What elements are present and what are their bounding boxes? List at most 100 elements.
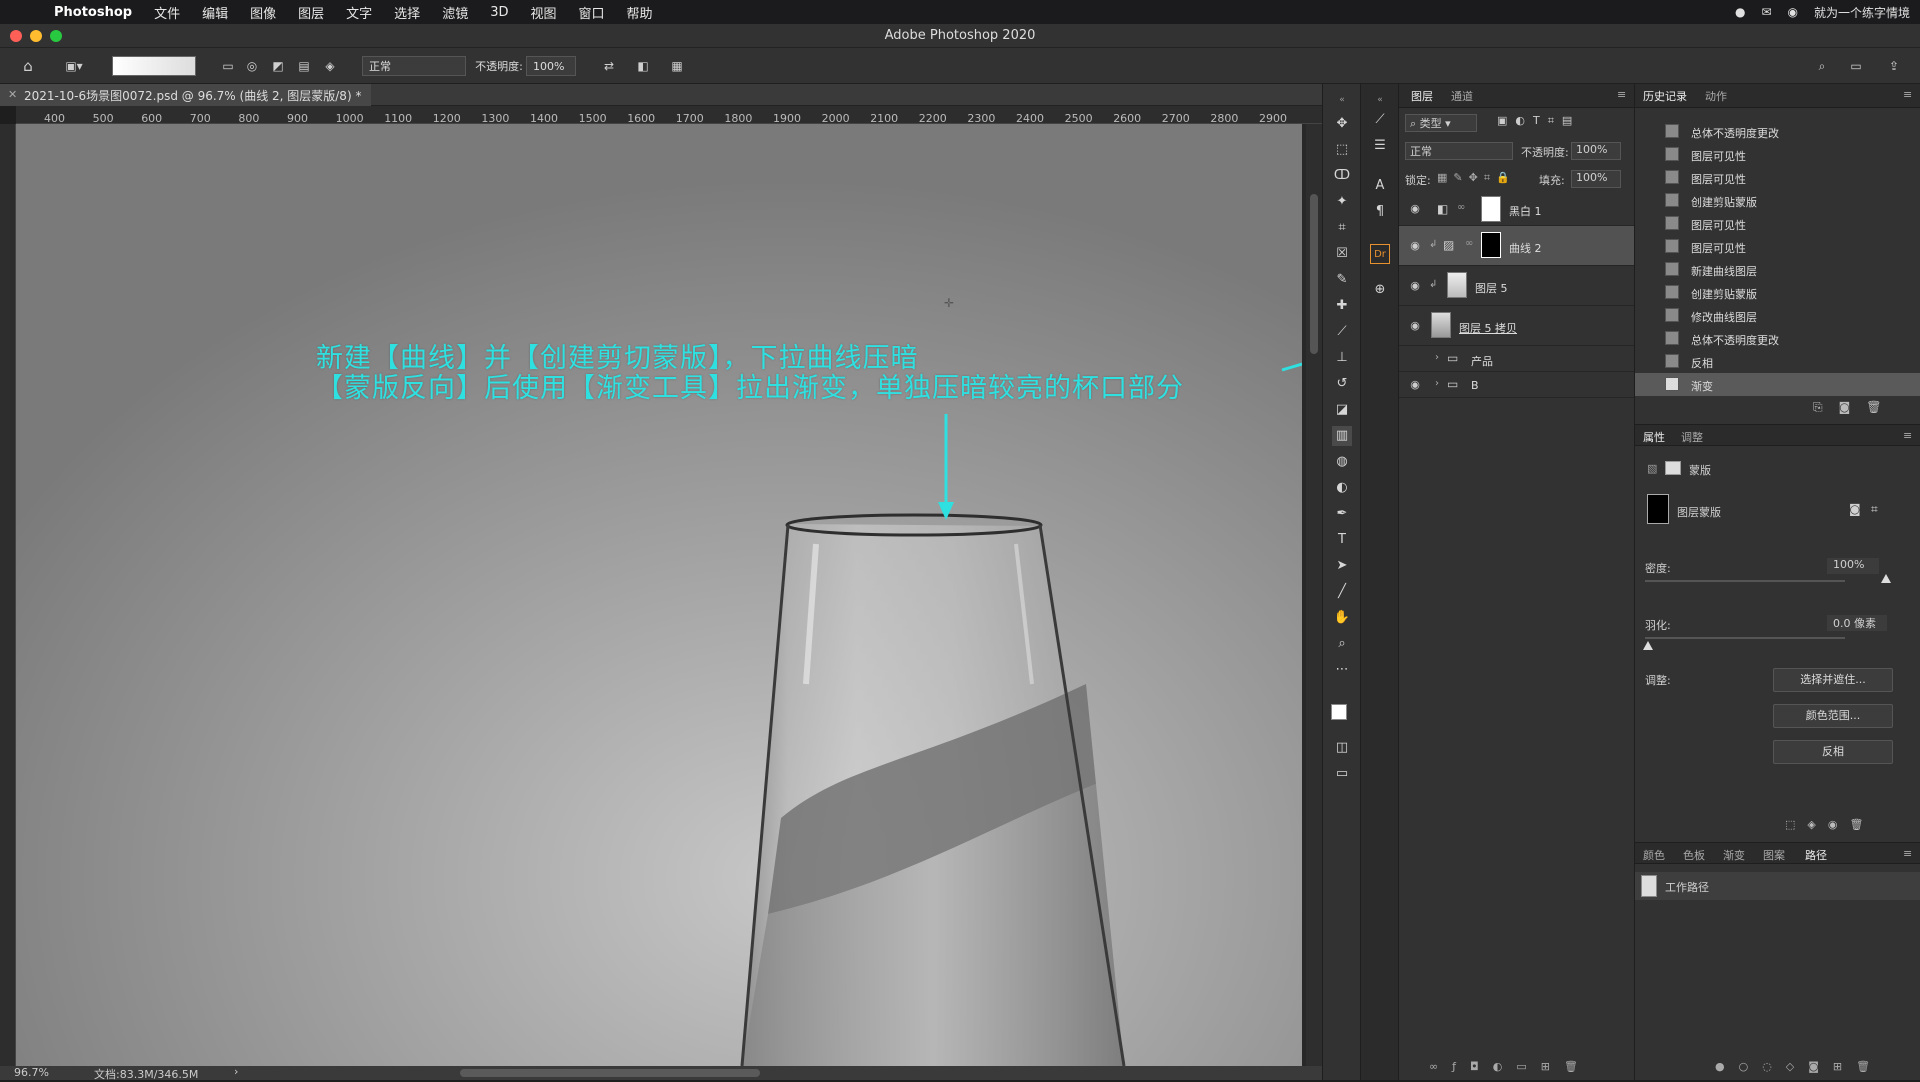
history-item[interactable]: 总体不透明度更改: [1635, 327, 1920, 350]
tab-properties[interactable]: 属性: [1643, 429, 1665, 445]
tab-channels[interactable]: 通道: [1451, 88, 1473, 104]
menu-type[interactable]: 文字: [346, 3, 372, 22]
layer-row[interactable]: ◉ 图层 5 拷贝: [1399, 306, 1635, 346]
diamond-gradient-icon[interactable]: ◈: [322, 56, 338, 76]
vector-mask-button[interactable]: ⌗: [1871, 502, 1878, 517]
apple-icon[interactable]: [18, 4, 32, 20]
stamp-tool-icon[interactable]: ⊥: [1332, 348, 1352, 368]
layer-opacity-input[interactable]: 100%: [1571, 142, 1621, 160]
share-icon[interactable]: ⇪: [1884, 56, 1904, 76]
layer-name[interactable]: 产品: [1471, 353, 1493, 369]
tab-actions[interactable]: 动作: [1705, 88, 1727, 104]
more-tools-icon[interactable]: ⋯: [1332, 660, 1352, 680]
magic-wand-tool-icon[interactable]: ✦: [1332, 192, 1352, 212]
pixel-mask-icon[interactable]: ▧: [1647, 462, 1657, 475]
horizontal-scrollbar[interactable]: [460, 1069, 760, 1077]
density-input[interactable]: 100%: [1827, 558, 1879, 574]
marquee-tool-icon[interactable]: ⬚: [1332, 140, 1352, 160]
menu-layer[interactable]: 图层: [298, 3, 324, 22]
history-actions[interactable]: ⎘◙🗑: [1813, 400, 1897, 415]
crop-tool-icon[interactable]: ⌗: [1332, 218, 1352, 238]
blend-mode-select[interactable]: 正常: [362, 56, 466, 76]
panel-menu-icon[interactable]: ≡: [1617, 88, 1626, 101]
workspace-icon[interactable]: ▭: [1846, 56, 1866, 76]
brush-settings-icon[interactable]: ⟋: [1370, 110, 1390, 130]
notification-icon[interactable]: ✉: [1761, 5, 1771, 19]
layer-blend-mode-select[interactable]: 正常: [1405, 142, 1513, 160]
screen-mode-icon[interactable]: ▭: [1332, 764, 1352, 784]
chevron-right-icon[interactable]: ›: [1435, 378, 1439, 389]
menu-file[interactable]: 文件: [154, 3, 180, 22]
layer-filter-select[interactable]: ⌕ 类型 ▾: [1405, 114, 1477, 132]
opacity-input[interactable]: 100%: [526, 56, 576, 76]
canvas-area[interactable]: ✛ 新建【曲线】并【创建剪切蒙版】，下拉曲线压暗 【蒙版反向】后使用【渐变工具】…: [16, 124, 1306, 1066]
gradient-tool-icon[interactable]: ▥: [1332, 426, 1352, 446]
tab-color[interactable]: 颜色: [1643, 847, 1665, 863]
layer-filter-icons[interactable]: ▣◐T⌗▤: [1497, 114, 1580, 128]
history-item[interactable]: 图层可见性: [1635, 143, 1920, 166]
quick-mask-icon[interactable]: ◫: [1332, 738, 1352, 758]
plugin-dr-icon[interactable]: Dr: [1370, 244, 1390, 264]
reflected-gradient-icon[interactable]: ▤: [296, 56, 312, 76]
panel-menu-icon[interactable]: ≡: [1903, 88, 1912, 101]
history-item[interactable]: 创建剪贴蒙版: [1635, 281, 1920, 304]
pen-tool-icon[interactable]: ✒: [1332, 504, 1352, 524]
layer-thumbnail[interactable]: [1431, 312, 1451, 338]
visibility-eye-icon[interactable]: ◉: [1407, 278, 1423, 294]
app-menu[interactable]: Photoshop: [54, 5, 132, 20]
foreground-color-swatch[interactable]: [1331, 704, 1347, 720]
chevron-right-icon[interactable]: ›: [1435, 352, 1439, 363]
record-icon[interactable]: ●: [1735, 5, 1745, 19]
adjustments-icon[interactable]: ☰: [1370, 136, 1390, 156]
zoom-tool-icon[interactable]: ⌕: [1332, 634, 1352, 654]
layer-group-row[interactable]: › ▭ 产品: [1399, 346, 1635, 372]
type-tool-icon[interactable]: T: [1332, 530, 1352, 550]
document-tab[interactable]: ✕ 2021-10-6场景图0072.psd @ 96.7% (曲线 2, 图层…: [0, 84, 372, 106]
layer-name[interactable]: B: [1471, 379, 1479, 392]
pixel-mask-button[interactable]: ◙: [1849, 502, 1861, 516]
layer-name[interactable]: 图层 5 拷贝: [1459, 320, 1517, 336]
tool-preset-icon[interactable]: ▣▾: [60, 56, 88, 76]
history-brush-tool-icon[interactable]: ↺: [1332, 374, 1352, 394]
history-item[interactable]: 反相: [1635, 350, 1920, 373]
layer-mask-thumbnail[interactable]: [1481, 232, 1501, 258]
menu-help[interactable]: 帮助: [627, 3, 653, 22]
history-item[interactable]: 图层可见性: [1635, 212, 1920, 235]
menu-window[interactable]: 窗口: [579, 3, 605, 22]
mask-icon[interactable]: [1665, 461, 1681, 475]
move-tool-icon[interactable]: ✥: [1332, 114, 1352, 134]
dodge-tool-icon[interactable]: ◐: [1332, 478, 1352, 498]
history-item[interactable]: 总体不透明度更改: [1635, 120, 1920, 143]
tab-history[interactable]: 历史记录: [1643, 88, 1687, 104]
history-item[interactable]: 修改曲线图层: [1635, 304, 1920, 327]
lasso-tool-icon[interactable]: ↀ: [1332, 166, 1352, 186]
feather-input[interactable]: 0.0 像素: [1827, 615, 1887, 631]
close-tab-icon[interactable]: ✕: [8, 88, 17, 101]
visibility-eye-icon[interactable]: ◉: [1407, 201, 1423, 217]
brush-tool-icon[interactable]: ⟋: [1332, 322, 1352, 342]
chat-icon[interactable]: ◉: [1788, 5, 1798, 19]
document-canvas[interactable]: ✛ 新建【曲线】并【创建剪切蒙版】，下拉曲线压暗 【蒙版反向】后使用【渐变工具】…: [16, 124, 1302, 1066]
density-slider-handle[interactable]: [1881, 574, 1891, 583]
layer-fill-input[interactable]: 100%: [1571, 170, 1621, 188]
tab-patterns[interactable]: 图案: [1763, 847, 1785, 863]
invert-button[interactable]: 反相: [1773, 740, 1893, 764]
menu-filter[interactable]: 滤镜: [442, 3, 468, 22]
reverse-icon[interactable]: ⇄: [600, 56, 618, 76]
layer-group-row[interactable]: ◉ › ▭ B: [1399, 372, 1635, 398]
panel-menu-icon[interactable]: ≡: [1903, 429, 1912, 442]
collapse-dock-icon[interactable]: «: [1370, 90, 1390, 110]
eraser-tool-icon[interactable]: ◪: [1332, 400, 1352, 420]
select-and-mask-button[interactable]: 选择并遮住...: [1773, 668, 1893, 692]
dither-icon[interactable]: ◧: [634, 56, 652, 76]
tab-adjustments[interactable]: 调整: [1681, 429, 1703, 445]
hand-tool-icon[interactable]: ✋: [1332, 608, 1352, 628]
status-menu-icon[interactable]: ›: [234, 1065, 238, 1078]
blur-tool-icon[interactable]: ◍: [1332, 452, 1352, 472]
history-item[interactable]: 图层可见性: [1635, 166, 1920, 189]
canvas-vertical-scrollbar[interactable]: [1306, 124, 1322, 1066]
zoom-level[interactable]: 96.7%: [14, 1066, 49, 1079]
tab-gradients[interactable]: 渐变: [1723, 847, 1745, 863]
layer-thumbnail[interactable]: [1447, 272, 1467, 298]
menu-view[interactable]: 视图: [530, 3, 556, 22]
